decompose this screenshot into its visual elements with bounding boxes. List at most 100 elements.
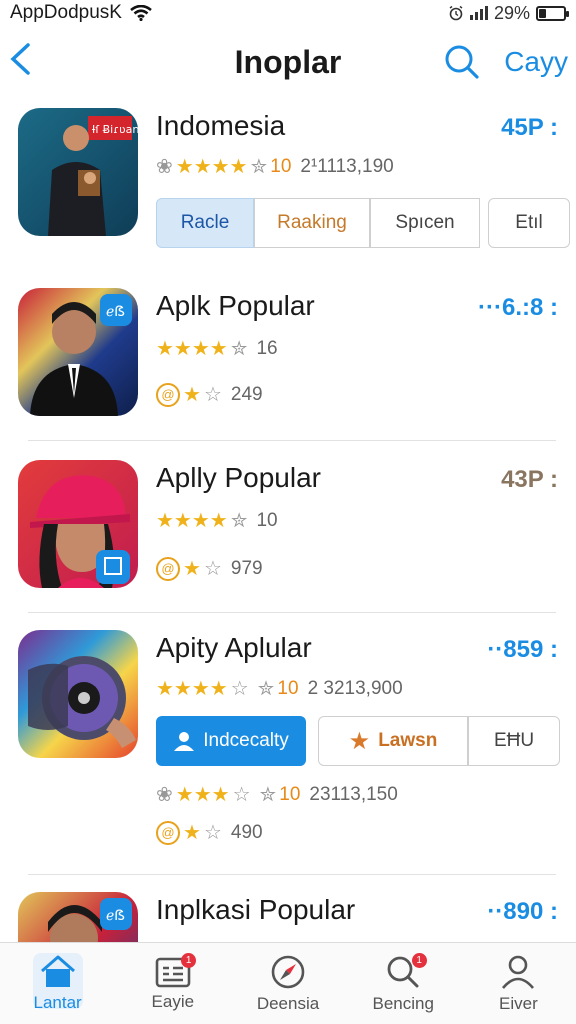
battery-percent: 29% [493,2,530,23]
download-count: 2¹1113,190 [300,155,394,177]
nav-label: Lantar [33,992,82,1012]
header-actions: Cayy [444,44,568,80]
sub-count: 979 [230,557,263,579]
rating-row: ★★★★ ✮ 16 [156,336,278,361]
status-right: 29% [448,2,569,24]
rating-count: 10 [270,155,292,177]
star-icon: ★★★★ [156,678,228,700]
app-price[interactable]: ···6.:8 : [478,294,558,322]
nav-item-eayie[interactable]: 1 Eayie [115,943,230,1024]
rating-count: 10 [279,783,301,805]
notification-badge: 1 [411,953,427,968]
battery-icon [536,5,569,21]
wifi-icon [130,5,152,21]
rating-circle-icon: @ [156,820,180,845]
rating-circle-icon: @ [156,556,180,581]
nav-item-bencing[interactable]: 1 Bencing [346,943,461,1024]
carrier-name: AppDodpusK [10,2,122,23]
user-icon [174,732,195,751]
half-star-icon: ★ [183,384,201,406]
star-outline-icon: ✮ [230,338,248,360]
top-header: Inoplar Cayy [0,30,576,94]
app-tabs: Racle Raaking Spıcen Etıl [156,198,570,248]
carrier-group: AppDodpusK [10,2,152,24]
star-outline-icon: ☆ [203,384,222,406]
download-count: 2 3213,900 [307,677,403,699]
primary-button-label: Indcecalty [203,730,289,751]
user-icon [502,955,535,989]
nav-label: Deensia [256,993,320,1013]
tab-spicen[interactable]: Spıcen [370,198,480,248]
rating-row: ★★★★ ✮ 10 [156,508,278,533]
home-icon [40,955,75,987]
star-icon: ★★★ [175,784,230,806]
tab-racle[interactable]: Racle [156,198,254,248]
star-outline-icon: ✮ [257,678,275,700]
app-price[interactable]: 45P : [501,114,558,142]
rating-count: 10 [256,509,278,531]
tertiary-button[interactable]: EĦU [468,716,560,766]
nav-label: Eiver [499,993,538,1013]
secondary-button[interactable]: ★ Lawsn [318,716,468,766]
app-icon[interactable]: ℯẞ [18,288,138,416]
star-outline-icon: ☆ [203,558,222,580]
search-icon[interactable] [444,44,480,80]
list-item[interactable]: Ɨſ Ƀiɾʋan Indomesia 45P : ❀ ★★★★ ✮ 10 2¹… [18,108,570,258]
download-count: 23113,150 [309,783,398,805]
back-button[interactable] [8,41,48,83]
list-item[interactable]: Aplly Popular 43P : ★★★★ ✮ 10 @ ★ ☆ 979 [18,460,558,600]
action-row: Indcecalty ★ Lawsn EĦU [156,716,560,766]
star-icon: ★★★★ [175,156,248,178]
star-icon: ★ [348,727,371,755]
star-icon: ★★★★ [156,338,228,360]
app-price[interactable]: ··859 : [487,636,558,664]
status-bar: AppDodpusK 29% [0,0,576,26]
primary-button[interactable]: Indcecalty [156,716,306,766]
list-item[interactable]: ℯẞ Inplkasi Popular ··890 : ★★★★ [18,892,558,942]
compass-icon [271,955,305,988]
rating-row: ★★★★ ☆ ✮ 10 2 3213,900 [156,676,403,701]
star-outline-icon: ☆ [232,784,251,806]
app-icon[interactable] [18,630,138,758]
rating-count: 10 [277,677,299,699]
app-icon[interactable]: Ɨſ Ƀiɾʋan [18,108,138,236]
app-icon[interactable] [18,460,138,588]
header-right-link[interactable]: Cayy [504,46,568,78]
half-star-icon: ★ [183,558,201,580]
secondary-group: ★ Lawsn EĦU [318,716,560,766]
sub-count: 249 [230,383,263,405]
nav-item-eiver[interactable]: Eiver [461,943,576,1024]
star-icon: ★★★★ [156,510,228,532]
signal-icon [469,6,488,20]
tab-raaking[interactable]: Raaking [254,198,370,248]
sub-rating-row: @ ★ ☆ 979 [156,556,263,581]
sub-count: 490 [230,821,263,843]
svg-text:ℯẞ: ℯẞ [106,908,125,924]
rating-icon: ❀ [156,156,173,178]
nav-label: Bencing [372,993,434,1013]
notification-badge: 1 [181,953,197,968]
star-outline-icon: ✮ [259,784,277,806]
app-icon[interactable]: ℯẞ [18,892,138,942]
bottom-nav: Lantar 1 Eayie Deensia 1 Bencing Eiver [0,942,576,1024]
nav-item-deensia[interactable]: Deensia [230,943,345,1024]
rating-circle-icon: @ [156,382,180,407]
star-outline-icon: ☆ [203,822,222,844]
star-outline-icon: ✮ [230,510,248,532]
app-price[interactable]: ··890 : [487,898,558,926]
nav-item-lantar[interactable]: Lantar [0,943,115,1024]
chevron-left-icon [10,43,30,75]
app-price[interactable]: 43P : [501,466,558,494]
sub-rating-row: @ ★ ☆ 249 [156,382,263,407]
secondary-button-label: Lawsn [378,730,438,751]
battery-fill [539,8,546,18]
list-item[interactable]: ℯẞ Aplk Popular ···6.:8 : ★★★★ ✮ 16 @ ★ … [18,288,558,428]
list-item[interactable]: Apity Aplular ··859 : ★★★★ ☆ ✮ 10 2 3213… [18,630,560,860]
app-name: Apity Aplular [156,632,312,663]
alarm-icon [449,5,463,21]
app-name: Inplkasi Popular [156,894,356,925]
tab-etil[interactable]: Etıl [488,198,570,248]
divider [28,874,556,875]
app-list: Ɨſ Ƀiɾʋan Indomesia 45P : ❀ ★★★★ ✮ 10 2¹… [0,100,576,942]
rating-row-2: ❀ ★★★ ☆ ✮ 10 23113,150 [156,782,398,807]
